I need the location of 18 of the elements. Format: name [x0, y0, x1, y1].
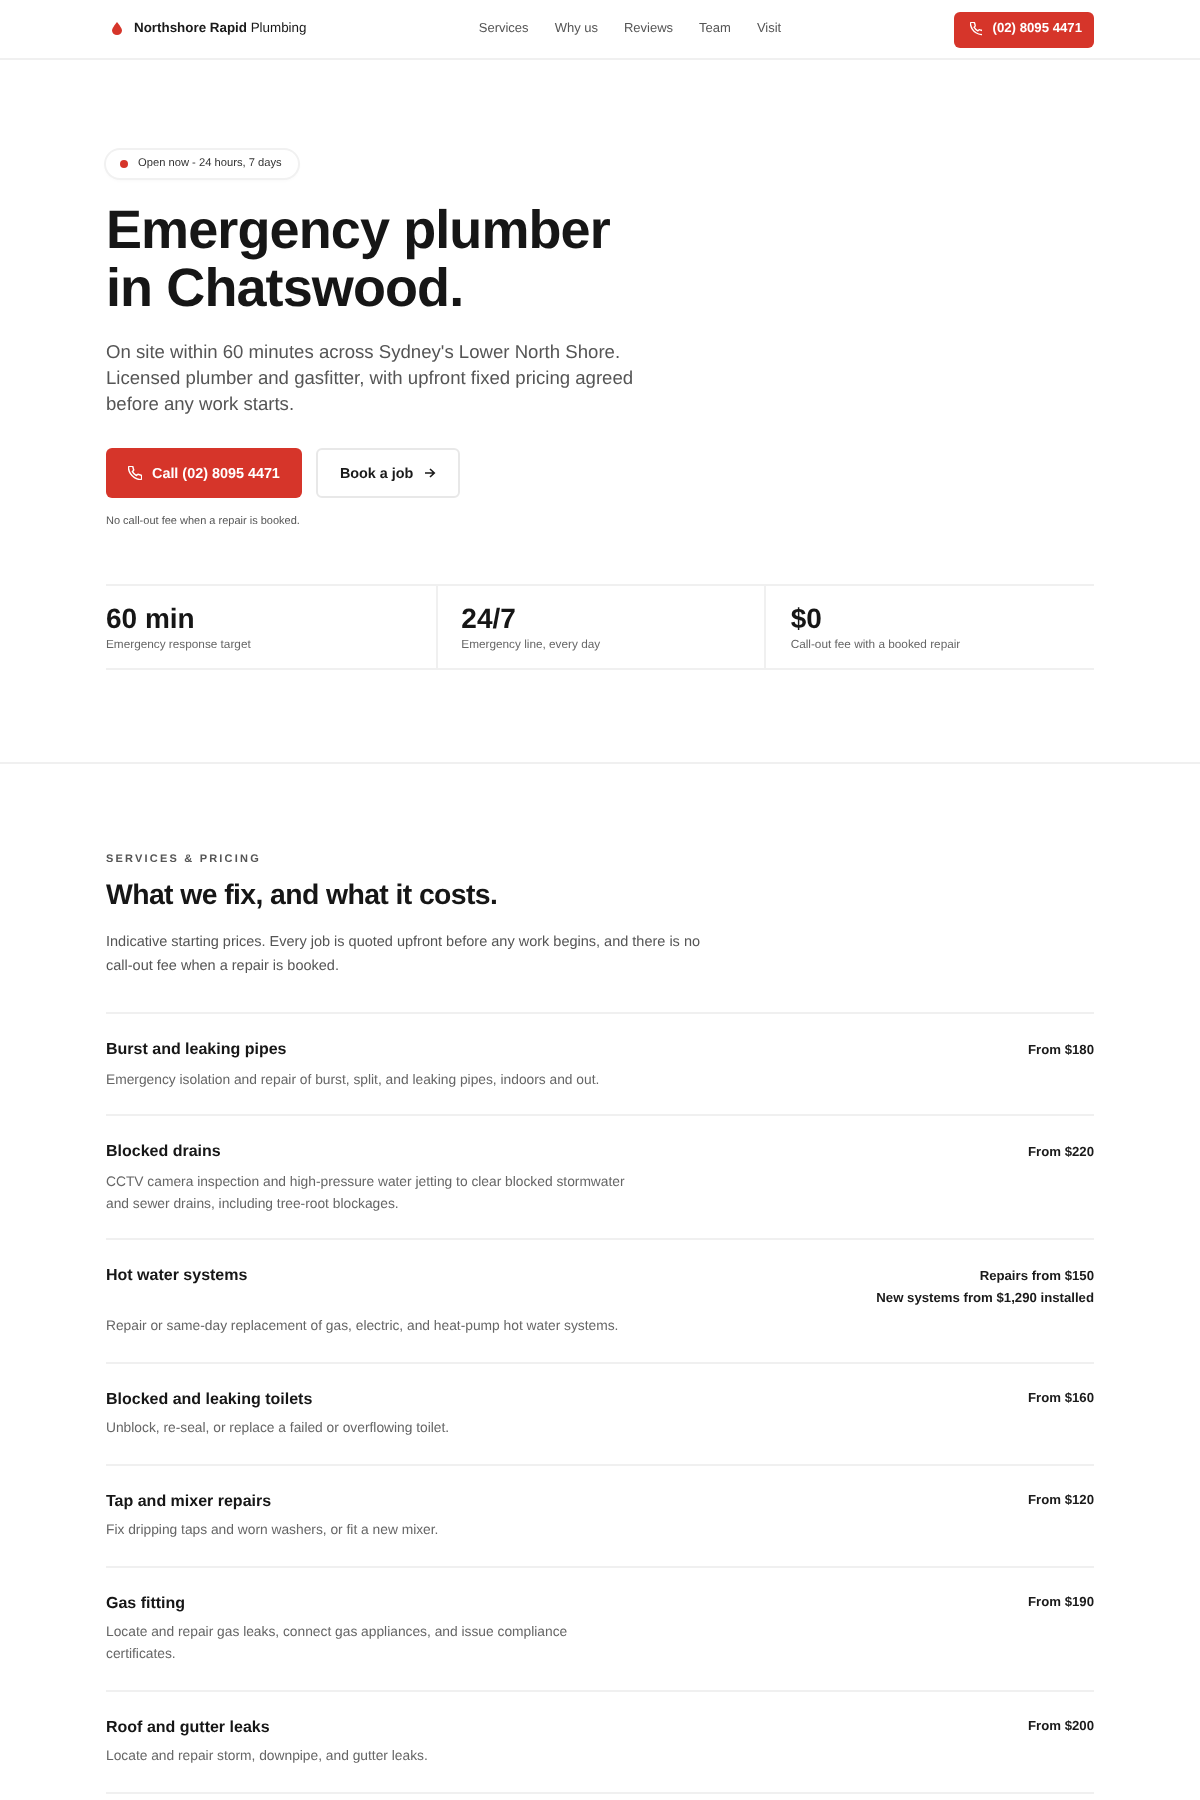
- status-dot-icon: [120, 160, 128, 168]
- drop-icon: [112, 22, 122, 36]
- phone-icon: [969, 22, 983, 36]
- service-name: Burst and leaking pipes: [106, 1038, 287, 1062]
- stat-value: 60 min: [106, 602, 195, 636]
- service-name: Roof and gutter leaks: [106, 1715, 270, 1739]
- section-title: What we fix, and what it costs.: [106, 880, 500, 914]
- service-name: Tap and mixer repairs: [106, 1489, 272, 1513]
- hero-title: Emergency plumber in Chatswood.: [106, 202, 612, 318]
- stat-value: 24/7: [461, 602, 516, 636]
- phone-icon: [128, 466, 142, 480]
- service-name: Blocked and leaking toilets: [106, 1387, 313, 1411]
- service-name: Gas fitting: [106, 1591, 186, 1615]
- arrow-right-icon: [423, 468, 436, 478]
- service-name: Hot water systems: [106, 1264, 248, 1288]
- hero-intro: On site within 60 minutes across Sydney's Lower North Shore. Licensed plumber and gasfitter, with upfront fixed pricing agreed before any work starts.: [106, 340, 636, 418]
- service-name: Blocked drains: [106, 1140, 221, 1164]
- stat-value: $0: [790, 602, 822, 636]
